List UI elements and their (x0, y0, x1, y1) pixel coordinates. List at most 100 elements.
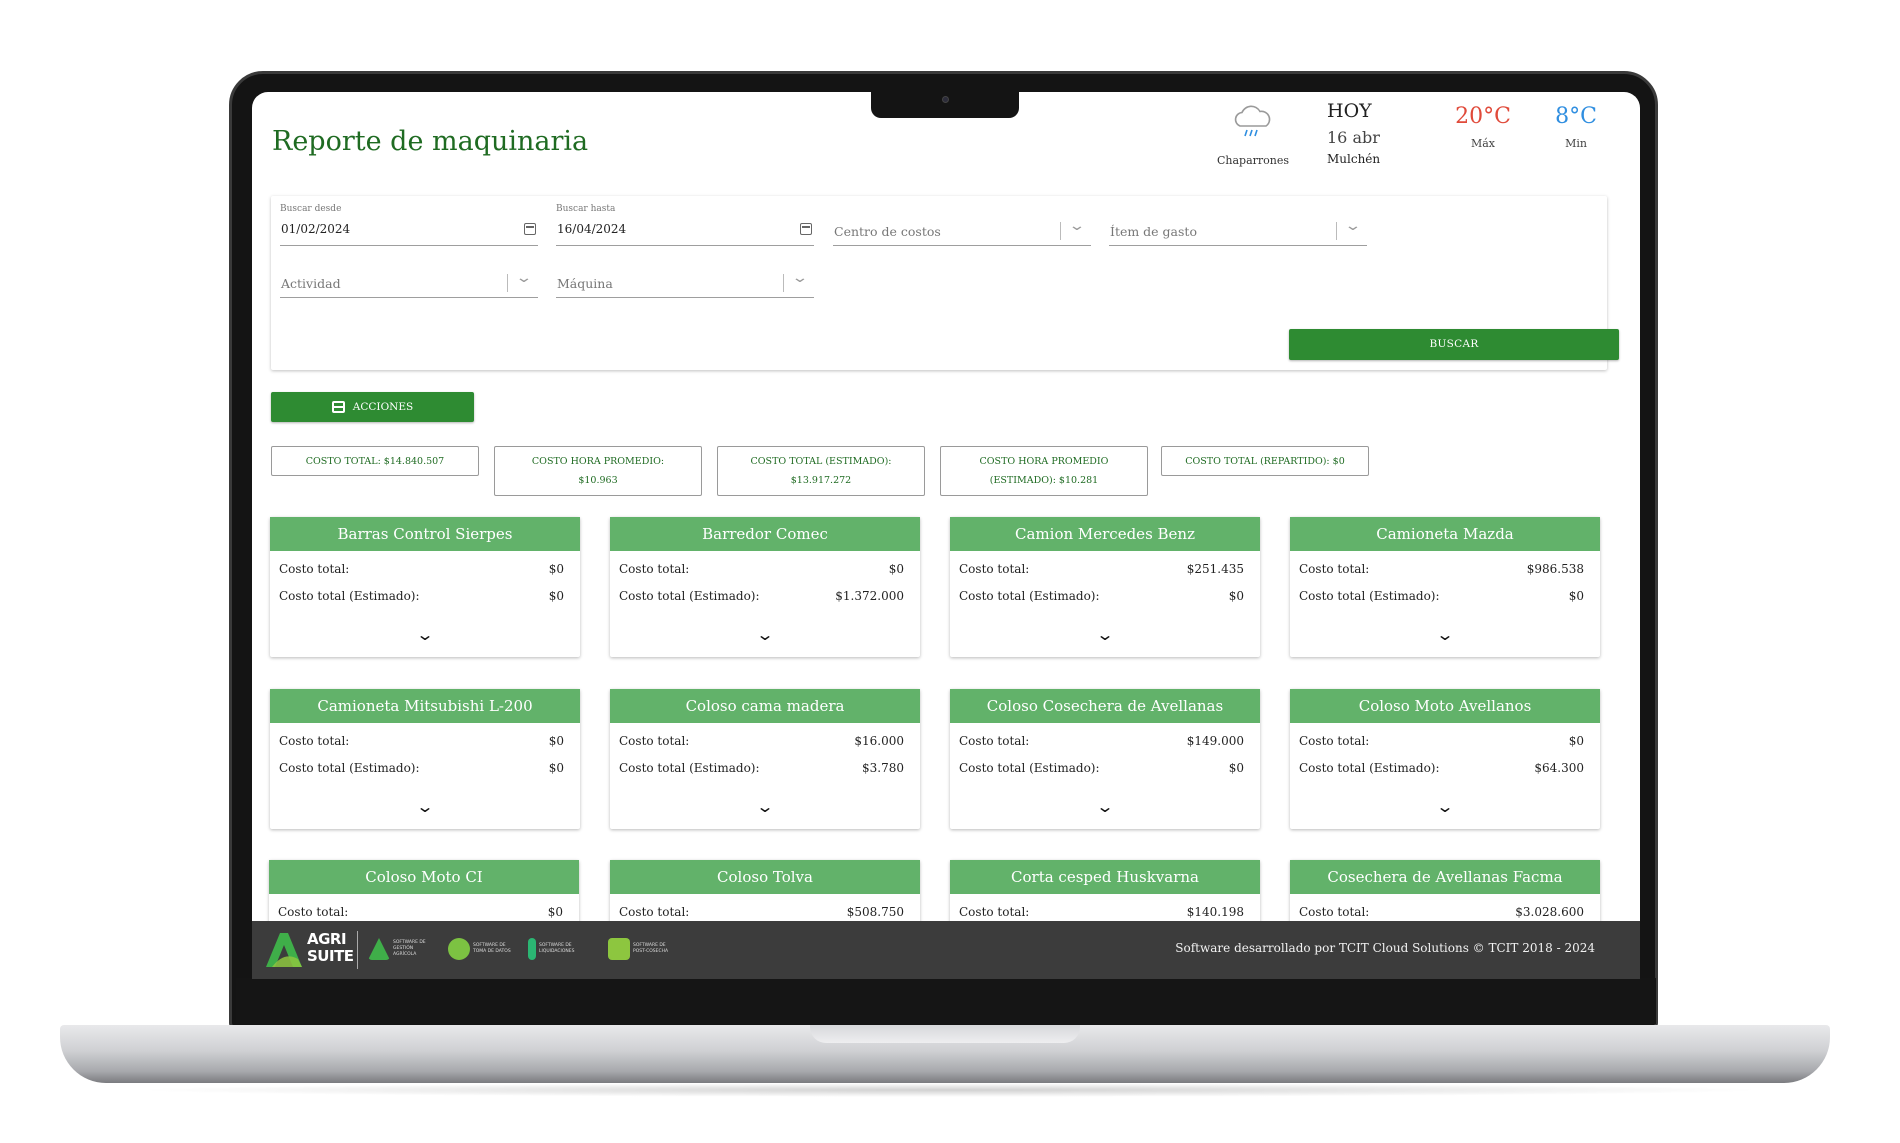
webcam-icon (942, 96, 949, 103)
select-separator (783, 274, 784, 292)
costo-total-label: Costo total: (959, 734, 1030, 748)
centro-costos-select[interactable]: Centro de costos ⌄ (833, 202, 1091, 246)
chevron-down-icon[interactable]: ⌄ (1344, 218, 1362, 234)
select-separator (507, 274, 508, 292)
costo-estimado-value: $0 (548, 761, 564, 775)
calendar-icon[interactable] (524, 223, 536, 235)
costo-estimado-label: Costo total (Estimado): (279, 589, 420, 603)
machine-name: Cosechera de Avellanas Facma (1290, 860, 1600, 894)
sublogo-agri: SOFTWARE DE GESTIÓN AGRÍCOLA (368, 937, 435, 961)
machine-card: Camioneta Mitsubishi L-200 Costo total: $… (270, 689, 580, 829)
chevron-down-icon[interactable]: ⌄ (791, 270, 809, 286)
agri-app-logo-icon (368, 938, 390, 960)
costo-total-label: Costo total: (959, 905, 1030, 919)
stat-line: COSTO TOTAL (REPARTIDO): $0 (1185, 455, 1345, 467)
costo-total-label: Costo total: (1299, 905, 1370, 919)
maquina-placeholder: Máquina (557, 276, 613, 291)
chevron-down-icon[interactable]: ⌄ (1228, 797, 1640, 816)
rain-cloud-icon (1234, 105, 1271, 137)
machine-name: Corta cesped Huskvarna (950, 860, 1260, 894)
item-gasto-select[interactable]: Ítem de gasto ⌄ (1109, 202, 1367, 246)
app-footer: AGRI SUITE SOFTWARE DE GESTIÓN AGRÍCOLA … (252, 921, 1640, 979)
sublogo-gsimp: SOFTWARE DE TOMA DE DATOS (448, 937, 515, 961)
machine-card: Coloso Cosechera de Avellanas Costo tota… (950, 689, 1260, 829)
machine-card: Camion Mercedes Benz Costo total: $251.43… (950, 517, 1260, 657)
machine-name: Coloso Tolva (610, 860, 920, 894)
stat-line: (ESTIMADO): $10.281 (989, 475, 1099, 486)
centro-costos-placeholder: Centro de costos (834, 224, 941, 239)
costo-estimado-value: $3.780 (862, 761, 904, 775)
fecha-desde-value[interactable]: 01/02/2024 (281, 222, 350, 236)
chevron-down-icon[interactable]: ⌄ (1068, 218, 1086, 234)
costo-total-label: Costo total: (1299, 734, 1370, 748)
stat-line: COSTO TOTAL (ESTIMADO): (750, 456, 892, 467)
machine-name: Camioneta Mazda (1290, 517, 1600, 551)
costo-estimado-label: Costo total (Estimado): (279, 761, 420, 775)
costo-estimado-label: Costo total (Estimado): (619, 589, 760, 603)
costo-total-value: $3.028.600 (1515, 905, 1584, 919)
costo-total-value: $986.538 (1526, 562, 1584, 576)
stat-line: COSTO HORA PROMEDIO (979, 456, 1109, 467)
weather-max-label: Máx (1470, 137, 1496, 150)
costo-estimado-label: Costo total (Estimado): (959, 761, 1100, 775)
machine-name: Coloso Cosechera de Avellanas (950, 689, 1260, 723)
machine-card: Coloso Moto Avellanos Costo total: $0 Cos… (1290, 689, 1600, 829)
costo-total-label: Costo total: (619, 905, 690, 919)
machine-name: Coloso cama madera (610, 689, 920, 723)
costo-total-value: $0 (548, 562, 564, 576)
gsimp-app-logo-icon (448, 938, 470, 960)
acciones-button[interactable]: ACCIONES (271, 392, 474, 422)
costo-total-value: $508.750 (846, 905, 904, 919)
weather-min-label: Min (1565, 137, 1587, 150)
agrisuite-wordmark: AGRI SUITE (307, 931, 354, 965)
app-screen: Reporte de maquinaria Chaparrones HOY 16… (252, 92, 1640, 979)
machine-card: Coloso cama madera Costo total: $16.000 C… (610, 689, 920, 829)
select-separator (1060, 222, 1061, 240)
costo-total-value: $0 (548, 734, 564, 748)
select-separator (1336, 222, 1337, 240)
sublogo-pakit: SOFTWARE DE POST-COSECHA (608, 937, 675, 961)
costo-total-label: Costo total: (278, 905, 349, 919)
laptop-shadow (130, 1083, 1770, 1097)
brand-line: AGRI (307, 930, 347, 948)
archive-icon (331, 401, 345, 413)
costo-estimado-label: Costo total (Estimado): (1299, 589, 1440, 603)
agrisuite-logo-icon (266, 933, 302, 967)
laptop-opening-notch (810, 1025, 1080, 1043)
fecha-desde-field[interactable]: Buscar desde 01/02/2024 (280, 202, 538, 246)
fecha-hasta-field[interactable]: Buscar hasta 16/04/2024 (556, 202, 814, 246)
actividad-select[interactable]: Actividad ⌄ (280, 254, 538, 298)
machine-name: Barredor Comec (610, 517, 920, 551)
weather-max-temp: 20°C (1455, 104, 1511, 129)
buscar-button[interactable]: BUSCAR (1289, 329, 1619, 360)
chevron-down-icon[interactable]: ⌄ (1228, 625, 1640, 644)
costo-estimado-value: $0 (548, 589, 564, 603)
chevron-down-icon[interactable]: ⌄ (515, 270, 533, 286)
weather-location: Mulchén (1327, 152, 1381, 166)
machine-name: Camion Mercedes Benz (950, 517, 1260, 551)
calendar-icon[interactable] (800, 223, 812, 235)
weather-date: 16 abr (1327, 128, 1380, 147)
costo-estimado-value: $0 (1228, 589, 1244, 603)
costo-total-label: Costo total: (279, 562, 350, 576)
sublogo-caption: SOFTWARE DE TOMA DE DATOS (473, 943, 511, 954)
costo-total-value: $140.198 (1186, 905, 1244, 919)
costo-total-value: $149.000 (1186, 734, 1244, 748)
page-title: Reporte de maquinaria (272, 126, 589, 157)
maquina-select[interactable]: Máquina ⌄ (556, 254, 814, 298)
machine-name: Camioneta Mitsubishi L-200 (270, 689, 580, 723)
machine-card: Barras Control Sierpes Costo total: $0 Co… (270, 517, 580, 657)
costo-total-label: Costo total: (959, 562, 1030, 576)
fecha-hasta-value[interactable]: 16/04/2024 (557, 222, 626, 236)
costo-total-value: $0 (547, 905, 563, 919)
fecha-desde-label: Buscar desde (280, 204, 342, 214)
footer-divider (357, 931, 358, 969)
costo-estimado-label: Costo total (Estimado): (619, 761, 760, 775)
stat-line: $13.917.272 (790, 475, 852, 486)
weather-day: HOY (1327, 100, 1372, 122)
stat-line: COSTO TOTAL: $14.840.507 (305, 455, 445, 467)
costo-total-label: Costo total: (1299, 562, 1370, 576)
stat-costo-total-estimado: COSTO TOTAL (ESTIMADO): $13.917.272 (717, 446, 925, 496)
sublogo-caption: SOFTWARE DE GESTIÓN AGRÍCOLA (393, 940, 426, 957)
costo-estimado-label: Costo total (Estimado): (1299, 761, 1440, 775)
